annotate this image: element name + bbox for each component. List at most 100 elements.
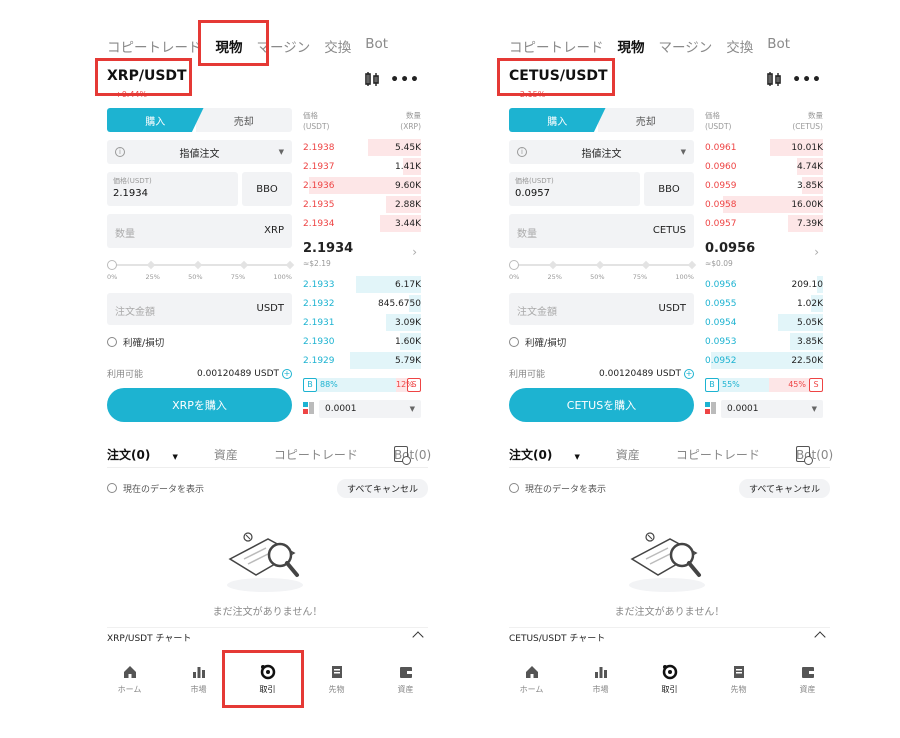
info-icon[interactable]: i (517, 147, 527, 157)
ask-row[interactable]: 2.1935 2.88K (303, 195, 421, 214)
book-layout-icon[interactable] (705, 402, 717, 416)
bid-price: 2.1931 (303, 317, 335, 328)
slider-knob[interactable] (509, 260, 519, 270)
ask-row[interactable]: 2.1937 1.41K (303, 157, 421, 176)
price-label: 価格(USDT) (515, 177, 554, 185)
last-price-block[interactable]: 0.0956 ≈$0.09 › (705, 235, 823, 275)
add-funds-icon[interactable]: + (282, 368, 292, 379)
show-current-radio[interactable] (107, 483, 117, 493)
amount-input[interactable]: 注文金額 USDT (509, 293, 694, 325)
sell-tab[interactable]: 売却 (597, 108, 694, 132)
depth-select[interactable]: 0.0001 ▼ (721, 400, 823, 418)
sell-tab[interactable]: 売却 (195, 108, 292, 132)
bbo-button[interactable]: BBO (644, 172, 694, 206)
order-history-icon[interactable] (394, 446, 411, 465)
ask-row[interactable]: 2.1936 9.60K (303, 176, 421, 195)
bid-row[interactable]: 0.0952 22.50K (705, 351, 823, 370)
last-price: 2.1934 (303, 241, 354, 256)
tpsl-radio[interactable] (107, 337, 117, 347)
more-icon[interactable]: ••• (792, 72, 822, 88)
ask-row[interactable]: 0.0959 3.85K (705, 176, 823, 195)
orders-tab[interactable]: コピートレード (274, 446, 376, 463)
bid-row[interactable]: 2.1932 845.6750 (303, 294, 421, 313)
ask-row[interactable]: 2.1934 3.44K (303, 214, 421, 233)
cancel-all-button[interactable]: すべてキャンセル (738, 479, 830, 498)
bottom-nav-item[interactable]: 取引 (640, 656, 700, 706)
chart-toggle[interactable]: CETUS/USDT チャート (509, 627, 830, 647)
bid-row[interactable]: 0.0956 209.10 (705, 275, 823, 294)
bottom-nav-item[interactable]: 資産 (376, 656, 436, 706)
buy-tab[interactable]: 購入 (509, 108, 606, 132)
add-funds-icon[interactable]: + (684, 368, 694, 379)
slider-knob[interactable] (107, 260, 117, 270)
orders-tab[interactable]: 注文(0) ▼ (107, 446, 196, 463)
bottom-nav-item[interactable]: ホーム (100, 656, 160, 706)
bid-row[interactable]: 2.1930 1.60K (303, 332, 421, 351)
top-nav-tab[interactable]: 現物 (618, 36, 645, 56)
quantity-input[interactable]: 数量 CETUS (509, 214, 694, 248)
buy-button[interactable]: XRPを購入 (107, 388, 292, 422)
chart-toggle[interactable]: XRP/USDT チャート (107, 627, 428, 647)
ask-row[interactable]: 2.1938 5.45K (303, 138, 421, 157)
info-icon[interactable]: i (115, 147, 125, 157)
bbo-button[interactable]: BBO (242, 172, 292, 206)
order-type-select[interactable]: i 指値注文 ▼ (107, 140, 292, 164)
more-icon[interactable]: ••• (390, 72, 420, 88)
tpsl-radio[interactable] (509, 337, 519, 347)
top-nav-tab[interactable]: Bot (767, 36, 790, 56)
top-nav-tab[interactable]: コピートレード (509, 36, 604, 56)
last-price-block[interactable]: 2.1934 ≈$2.19 › (303, 235, 421, 275)
percent-slider[interactable] (107, 260, 295, 270)
ask-qty: 3.85K (797, 180, 823, 191)
top-nav-tab[interactable]: コピートレード (107, 36, 202, 56)
phone-left: コピートレード 現物 マージン 交換 Bot XRP/USDT ••• +0.44% 購入 売却 i… (95, 0, 440, 738)
bid-price: 0.0952 (705, 355, 737, 366)
chevron-up-icon[interactable] (412, 631, 424, 643)
price-input[interactable]: 価格(USDT) 2.1934 (107, 172, 238, 206)
bid-row[interactable]: 0.0954 5.05K (705, 313, 823, 332)
orders-tab[interactable]: 資産 (616, 446, 658, 463)
bottom-nav-item[interactable]: 市場 (571, 656, 631, 706)
bottom-nav-item[interactable]: 先物 (709, 656, 769, 706)
top-nav-tab[interactable]: マージン (659, 36, 713, 56)
ask-price: 2.1934 (303, 218, 335, 229)
ask-row[interactable]: 0.0958 16.00K (705, 195, 823, 214)
show-current-label: 現在のデータを表示 (123, 484, 205, 495)
orders-tab[interactable]: 注文(0) ▼ (509, 446, 598, 463)
orders-tab[interactable]: コピートレード (676, 446, 778, 463)
show-current-radio[interactable] (509, 483, 519, 493)
bid-row[interactable]: 2.1933 6.17K (303, 275, 421, 294)
bid-row[interactable]: 0.0955 1.02K (705, 294, 823, 313)
bid-row[interactable]: 2.1931 3.09K (303, 313, 421, 332)
ask-row[interactable]: 0.0961 10.01K (705, 138, 823, 157)
bottom-nav-item[interactable]: 市場 (169, 656, 229, 706)
percent-slider[interactable] (509, 260, 697, 270)
book-layout-icon[interactable] (303, 402, 315, 416)
top-nav-tab[interactable]: 交換 (726, 36, 753, 56)
order-type-select[interactable]: i 指値注文 ▼ (509, 140, 694, 164)
ask-row[interactable]: 0.0960 4.74K (705, 157, 823, 176)
sell-ratio-badge: S (407, 378, 421, 392)
bid-row[interactable]: 0.0953 3.85K (705, 332, 823, 351)
buy-tab[interactable]: 購入 (107, 108, 204, 132)
top-nav-tab[interactable]: Bot (365, 36, 388, 56)
buy-button[interactable]: CETUSを購入 (509, 388, 694, 422)
chevron-up-icon[interactable] (814, 631, 826, 643)
tpsl-option[interactable]: 利確/損切 (509, 335, 694, 349)
price-input[interactable]: 価格(USDT) 0.0957 (509, 172, 640, 206)
cancel-all-button[interactable]: すべてキャンセル (336, 479, 428, 498)
bottom-nav-item[interactable]: 資産 (778, 656, 838, 706)
bid-row[interactable]: 2.1929 5.79K (303, 351, 421, 370)
quantity-input[interactable]: 数量 XRP (107, 214, 292, 248)
bottom-nav-item[interactable]: 先物 (307, 656, 367, 706)
top-nav-tab[interactable]: 交換 (324, 36, 351, 56)
ask-row[interactable]: 0.0957 7.39K (705, 214, 823, 233)
candlestick-icon[interactable] (364, 71, 380, 87)
bottom-nav-item[interactable]: ホーム (502, 656, 562, 706)
amount-input[interactable]: 注文金額 USDT (107, 293, 292, 325)
tpsl-option[interactable]: 利確/損切 (107, 335, 292, 349)
order-history-icon[interactable] (796, 446, 813, 465)
depth-select[interactable]: 0.0001 ▼ (319, 400, 421, 418)
orders-tab[interactable]: 資産 (214, 446, 256, 463)
candlestick-icon[interactable] (766, 71, 782, 87)
